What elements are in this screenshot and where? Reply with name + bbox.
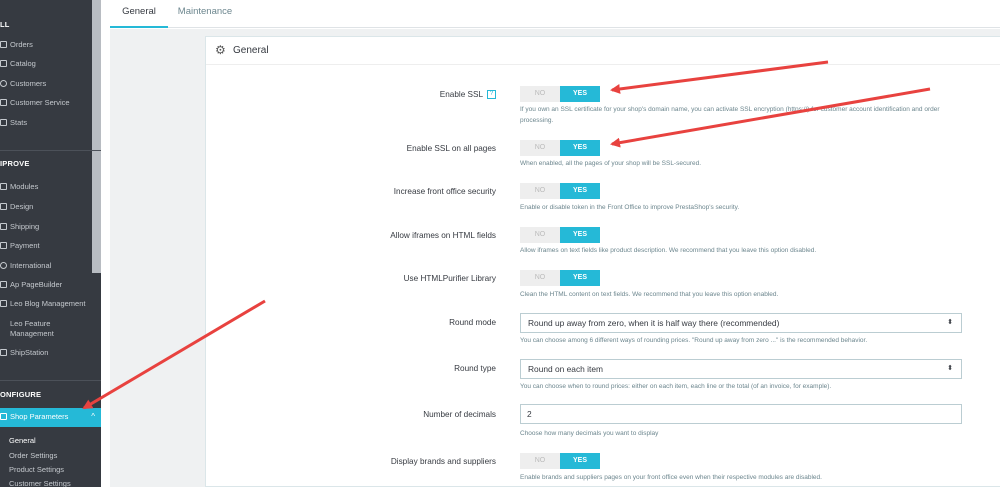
chat-icon	[0, 99, 7, 106]
settings-icon	[0, 413, 7, 420]
brands-suppliers-label: Display brands and suppliers	[390, 457, 496, 466]
switch-no-option[interactable]: NO	[520, 86, 560, 102]
switch-no-option[interactable]: NO	[520, 453, 560, 469]
enable-ssl-help: If you own an SSL certificate for your s…	[520, 106, 940, 124]
sidebar-subitem-order-settings[interactable]: Order Settings	[9, 451, 57, 460]
iframes-switch[interactable]: NO YES	[520, 227, 600, 243]
panel-header: ⚙ General	[206, 37, 1000, 65]
decimals-help: Choose how many decimals you want to dis…	[520, 430, 659, 437]
section-heading-improve: IPROVE	[0, 159, 30, 168]
switch-yes-option[interactable]: YES	[560, 270, 600, 286]
decimals-input[interactable]: 2	[520, 404, 962, 424]
panel-title: General	[233, 45, 269, 56]
front-security-help: Enable or disable token in the Front Off…	[520, 204, 740, 211]
tab-maintenance[interactable]: Maintenance	[168, 0, 242, 28]
sidebar-item-orders[interactable]: Orders	[0, 40, 92, 50]
sidebar-item-ap-pagebuilder[interactable]: Ap PageBuilder	[0, 280, 92, 290]
sidebar-item-customer-service[interactable]: Customer Service	[0, 98, 92, 108]
enable-ssl-all-label: Enable SSL on all pages	[406, 144, 496, 153]
select-arrows-icon: ⬍	[947, 365, 953, 372]
switch-yes-option[interactable]: YES	[560, 86, 600, 102]
brands-suppliers-switch[interactable]: NO YES	[520, 453, 600, 469]
sidebar-subitem-general[interactable]: General	[9, 436, 36, 445]
sidebar-item-leo-feature[interactable]: Leo Feature Management	[0, 319, 80, 339]
round-mode-help: You can choose among 6 different ways of…	[520, 337, 868, 344]
sidebar-item-international[interactable]: International	[0, 261, 92, 271]
sidebar-item-shipping[interactable]: Shipping	[0, 222, 92, 232]
sidebar-item-leo-blog[interactable]: Leo Blog Management	[0, 299, 92, 309]
decimals-label: Number of decimals	[423, 410, 496, 419]
enable-ssl-label: Enable SSL?	[440, 90, 496, 100]
puzzle-icon	[0, 183, 7, 190]
shipstation-icon	[0, 349, 7, 356]
gear-icon: ⚙	[215, 43, 226, 57]
sidebar: LL Orders Catalog Customers Customer Ser…	[0, 0, 101, 487]
tab-bar: General Maintenance	[110, 0, 1000, 28]
sidebar-item-shipstation[interactable]: ShipStation	[0, 348, 92, 358]
store-icon	[0, 60, 7, 67]
brands-suppliers-help: Enable brands and suppliers pages on you…	[520, 474, 822, 481]
desktop-icon	[0, 203, 7, 210]
section-heading-configure: ONFIGURE	[0, 390, 42, 399]
section-heading-sell: LL	[0, 20, 10, 29]
sidebar-item-design[interactable]: Design	[0, 202, 92, 212]
tab-general[interactable]: General	[110, 0, 168, 28]
switch-no-option[interactable]: NO	[520, 183, 560, 199]
sidebar-divider	[0, 380, 101, 381]
pagebuilder-icon	[0, 281, 7, 288]
blog-icon	[0, 300, 7, 307]
enable-ssl-switch[interactable]: NO YES	[520, 86, 600, 102]
inbox-icon	[0, 41, 7, 48]
select-arrows-icon: ⬍	[947, 319, 953, 326]
enable-ssl-all-help: When enabled, all the pages of your shop…	[520, 160, 702, 167]
card-icon	[0, 242, 7, 249]
sidebar-scrollbar[interactable]	[92, 0, 101, 273]
round-type-label: Round type	[454, 364, 496, 373]
enable-ssl-all-switch[interactable]: NO YES	[520, 140, 600, 156]
sidebar-divider	[0, 150, 101, 151]
sidebar-item-payment[interactable]: Payment	[0, 241, 92, 251]
switch-yes-option[interactable]: YES	[560, 183, 600, 199]
globe-icon	[0, 262, 7, 269]
bar-chart-icon	[0, 119, 7, 126]
chevron-up-icon: ^	[91, 412, 95, 421]
htmlpurifier-switch[interactable]: NO YES	[520, 270, 600, 286]
front-security-switch[interactable]: NO YES	[520, 183, 600, 199]
iframes-help: Allow iframes on text fields like produc…	[520, 247, 817, 254]
htmlpurifier-help: Clean the HTML content on text fields. W…	[520, 291, 779, 298]
sidebar-item-customers[interactable]: Customers	[0, 79, 92, 89]
switch-no-option[interactable]: NO	[520, 140, 560, 156]
switch-yes-option[interactable]: YES	[560, 227, 600, 243]
switch-yes-option[interactable]: YES	[560, 453, 600, 469]
round-type-help: You can choose when to round prices: eit…	[520, 383, 832, 390]
sidebar-subitem-customer-settings[interactable]: Customer Settings	[9, 479, 71, 487]
round-type-select[interactable]: Round on each item ⬍	[520, 359, 962, 379]
sidebar-subitem-product-settings[interactable]: Product Settings	[9, 465, 64, 474]
htmlpurifier-label: Use HTMLPurifier Library	[403, 274, 496, 283]
switch-yes-option[interactable]: YES	[560, 140, 600, 156]
round-mode-select[interactable]: Round up away from zero, when it is half…	[520, 313, 962, 333]
truck-icon	[0, 223, 7, 230]
front-security-label: Increase front office security	[393, 187, 496, 196]
help-icon[interactable]: ?	[487, 90, 496, 100]
account-icon	[0, 80, 7, 87]
sidebar-item-catalog[interactable]: Catalog	[0, 59, 92, 69]
switch-no-option[interactable]: NO	[520, 270, 560, 286]
sidebar-item-modules[interactable]: Modules	[0, 182, 92, 192]
switch-no-option[interactable]: NO	[520, 227, 560, 243]
sidebar-item-shop-parameters[interactable]: Shop Parameters ^	[0, 408, 101, 427]
iframes-label: Allow iframes on HTML fields	[390, 231, 496, 240]
round-mode-label: Round mode	[449, 318, 496, 327]
sidebar-item-stats[interactable]: Stats	[0, 118, 92, 128]
